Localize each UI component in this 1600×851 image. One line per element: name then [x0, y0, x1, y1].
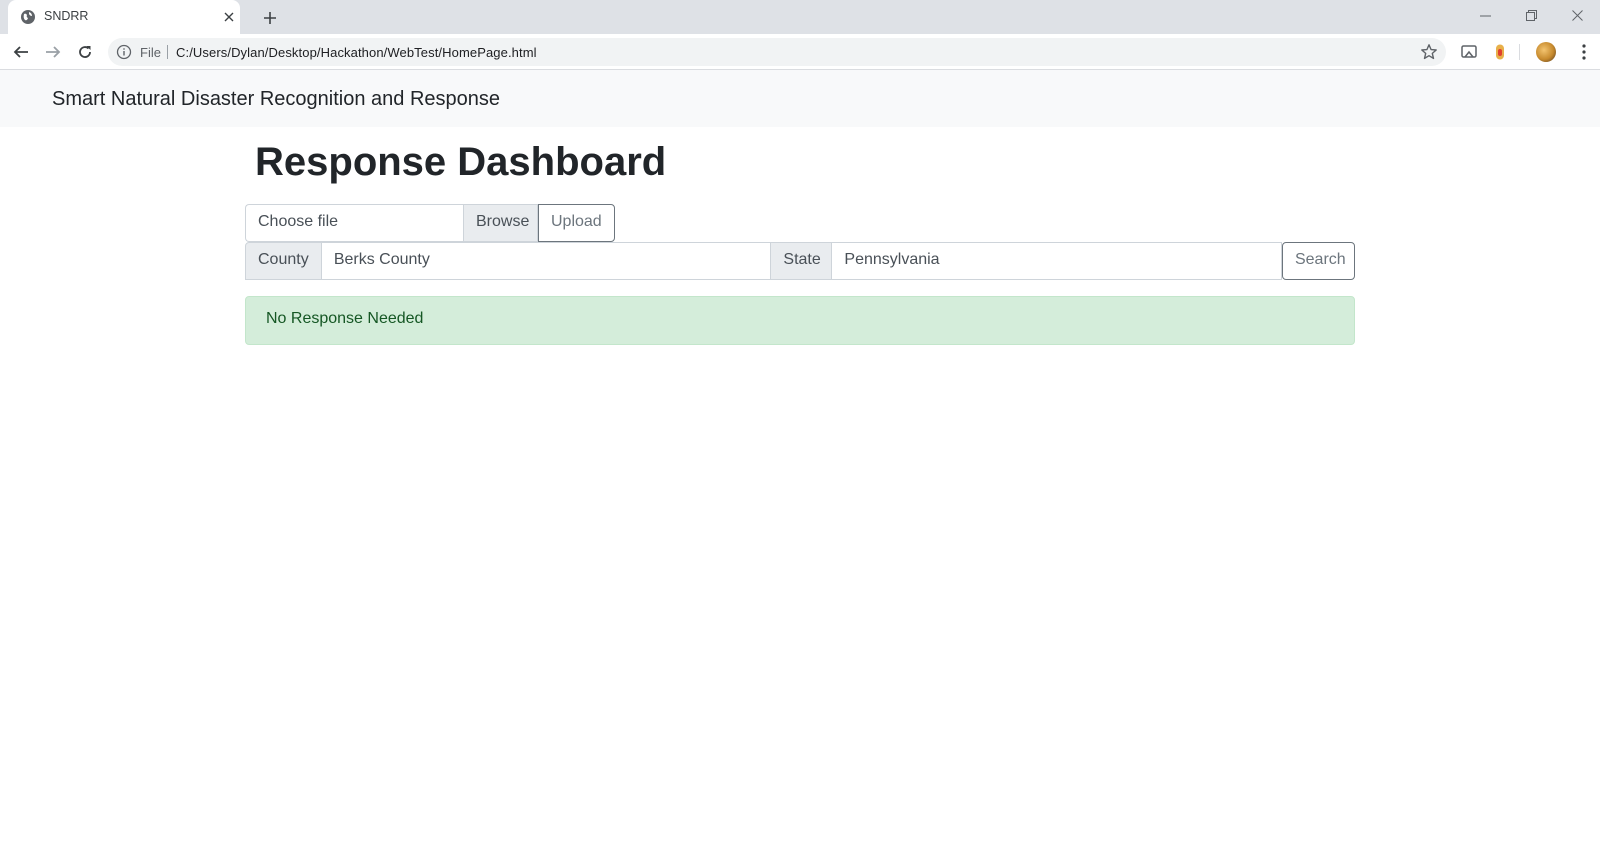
navbar-brand[interactable]: Smart Natural Disaster Recognition and R…: [52, 88, 500, 111]
county-input[interactable]: Berks County: [321, 242, 772, 280]
alert-message: No Response Needed: [266, 310, 424, 327]
browse-button[interactable]: Browse: [463, 204, 538, 242]
extension-record-icon[interactable]: [1491, 43, 1509, 61]
extension-cast-icon[interactable]: [1460, 43, 1478, 61]
page-title: Response Dashboard: [255, 140, 667, 184]
tab-strip: SNDRR: [0, 0, 1600, 34]
toolbar-divider: [1519, 44, 1520, 60]
profile-avatar[interactable]: [1536, 42, 1556, 62]
url-text[interactable]: C:/Users/Dylan/Desktop/Hackathon/WebTest…: [176, 45, 537, 60]
close-window-icon[interactable]: [1554, 0, 1600, 30]
file-upload-group: Choose file Browse Upload: [245, 204, 615, 242]
bookmark-star-icon[interactable]: [1420, 43, 1438, 61]
url-separator: [167, 45, 168, 59]
globe-icon: [21, 10, 35, 24]
search-button[interactable]: Search: [1281, 242, 1355, 280]
state-label: State: [771, 242, 833, 280]
location-search-group: County Berks County State Pennsylvania S…: [245, 242, 1355, 280]
file-input[interactable]: Choose file: [245, 204, 463, 242]
state-input[interactable]: Pennsylvania: [832, 242, 1282, 280]
new-tab-icon[interactable]: [258, 6, 282, 30]
county-label: County: [245, 242, 322, 280]
site-navbar: Smart Natural Disaster Recognition and R…: [0, 70, 1600, 127]
minimize-icon[interactable]: [1462, 0, 1508, 30]
status-alert: No Response Needed: [245, 296, 1355, 345]
browser-tab[interactable]: SNDRR: [8, 0, 240, 34]
back-arrow-icon[interactable]: [9, 40, 33, 64]
more-menu-icon[interactable]: [1574, 42, 1594, 62]
forward-arrow-icon[interactable]: [41, 40, 65, 64]
tab-title: SNDRR: [44, 9, 89, 23]
close-tab-icon[interactable]: [220, 8, 238, 26]
reload-icon[interactable]: [73, 40, 97, 64]
restore-icon[interactable]: [1508, 0, 1554, 30]
address-bar[interactable]: File C:/Users/Dylan/Desktop/Hackathon/We…: [108, 38, 1446, 66]
info-icon[interactable]: [116, 44, 132, 60]
browser-toolbar: File C:/Users/Dylan/Desktop/Hackathon/We…: [0, 34, 1600, 70]
upload-button[interactable]: Upload: [538, 204, 615, 242]
url-scheme-label: File: [140, 45, 161, 60]
